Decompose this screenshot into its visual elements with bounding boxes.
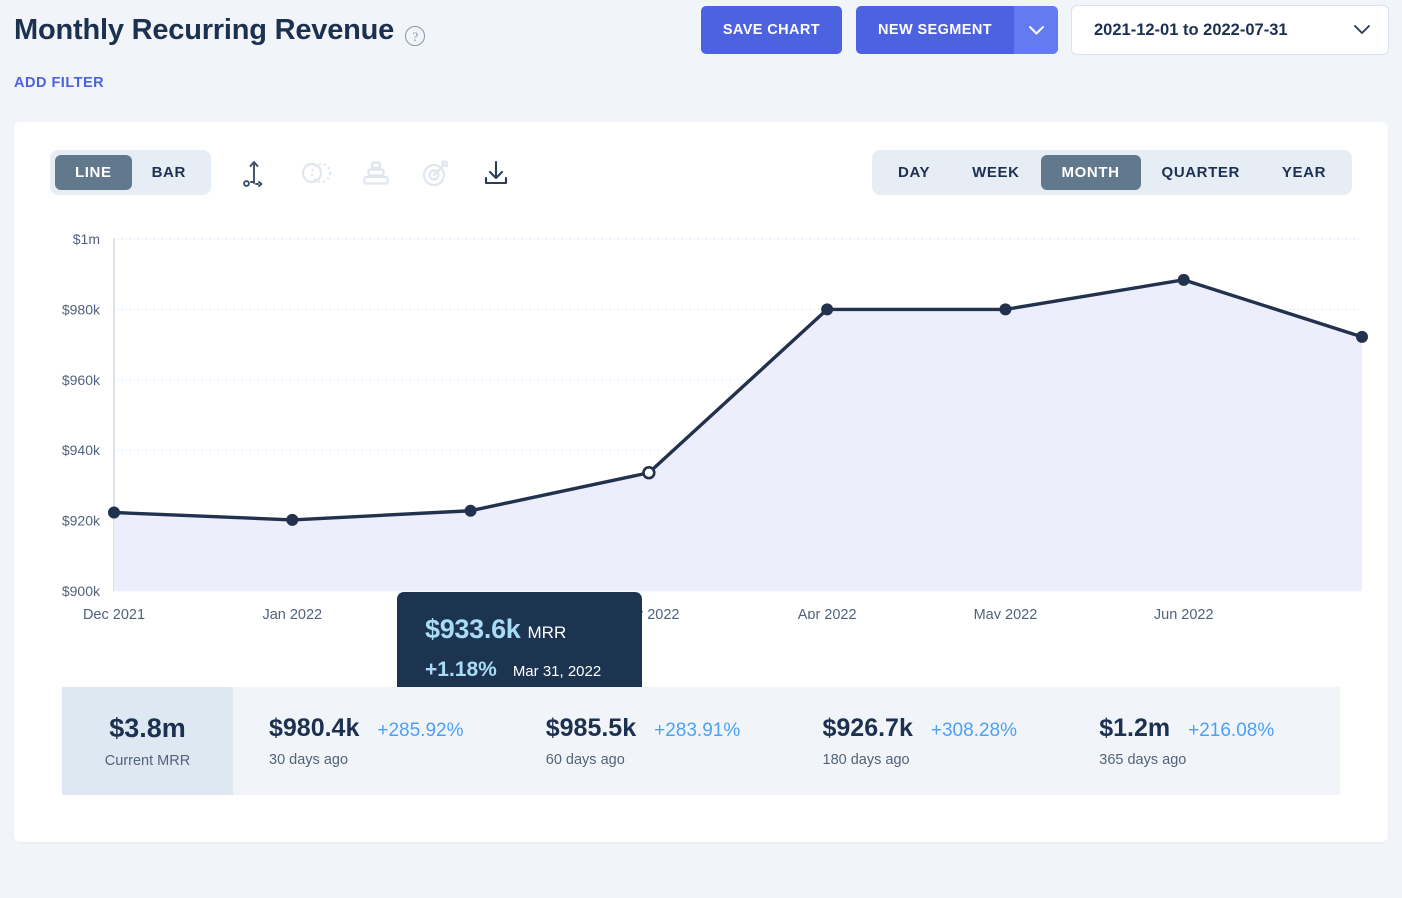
stat-value: $926.7k: [823, 714, 913, 743]
goal-target-icon[interactable]: [419, 156, 453, 190]
chart-card: LINE BAR: [14, 122, 1388, 842]
chart-type-toggle: LINE BAR: [50, 150, 211, 195]
stat-value: $985.5k: [546, 714, 636, 743]
stat-label: 365 days ago: [1099, 752, 1340, 768]
chart-type-line[interactable]: LINE: [55, 155, 132, 190]
chevron-down-icon: [1029, 26, 1044, 35]
svg-text:May 2022: May 2022: [974, 607, 1038, 619]
svg-text:$920k: $920k: [62, 513, 101, 529]
summary-stats-bar: $3.8m Current MRR $980.4k +285.92% 30 da…: [62, 687, 1340, 795]
stat-30-days: $980.4k +285.92% 30 days ago: [233, 687, 510, 795]
granularity-year[interactable]: YEAR: [1261, 155, 1347, 190]
date-range-picker[interactable]: 2021-12-01 to 2022-07-31: [1072, 6, 1388, 54]
granularity-toggle: DAY WEEK MONTH QUARTER YEAR: [872, 150, 1352, 195]
page-header: Monthly Recurring Revenue? SAVE CHART NE…: [0, 0, 1402, 60]
chart-type-bar[interactable]: BAR: [132, 155, 206, 190]
stat-current-mrr: $3.8m Current MRR: [62, 687, 233, 795]
stat-change: +308.28%: [931, 720, 1017, 742]
stat-change: +285.92%: [377, 720, 463, 742]
granularity-quarter[interactable]: QUARTER: [1141, 155, 1261, 190]
stat-180-days: $926.7k +308.28% 180 days ago: [787, 687, 1064, 795]
stat-value: $980.4k: [269, 714, 359, 743]
stat-current-label: Current MRR: [105, 753, 190, 769]
tooltip-unit: MRR: [528, 623, 567, 643]
stat-change: +216.08%: [1188, 720, 1274, 742]
tooltip-secondary-row: +1.18% Mar 31, 2022: [425, 658, 616, 682]
stat-60-days: $985.5k +283.91% 60 days ago: [510, 687, 787, 795]
new-segment-dropdown-toggle[interactable]: [1014, 6, 1058, 54]
stat-label: 60 days ago: [546, 752, 787, 768]
date-range-value: 2021-12-01 to 2022-07-31: [1094, 21, 1288, 40]
new-segment-button[interactable]: NEW SEGMENT: [856, 6, 1014, 54]
chart-toolbar-left: LINE BAR: [50, 150, 513, 195]
download-icon[interactable]: [479, 156, 513, 190]
svg-text:Apr 2022: Apr 2022: [798, 607, 857, 619]
chevron-down-icon: [1354, 25, 1370, 35]
header-actions: SAVE CHART NEW SEGMENT 2021-12-01 to 202…: [701, 6, 1388, 54]
stat-365-days: $1.2m +216.08% 365 days ago: [1063, 687, 1340, 795]
svg-text:$1m: $1m: [73, 231, 100, 247]
question-circle-icon[interactable]: ?: [405, 26, 425, 46]
svg-text:$900k: $900k: [62, 583, 101, 599]
chart-plot-area: $1m $980k $960k $940k $920k $900k Dec 2021 Jan …: [14, 219, 1388, 619]
svg-text:$960k: $960k: [62, 372, 101, 388]
page-title-text: Monthly Recurring Revenue: [14, 14, 394, 46]
stat-label: 30 days ago: [269, 752, 510, 768]
svg-text:$980k: $980k: [62, 301, 101, 317]
stat-label: 180 days ago: [823, 752, 1064, 768]
axis-scale-icon[interactable]: [239, 156, 273, 190]
tooltip-delta: +1.18%: [425, 658, 497, 682]
stat-change: +283.91%: [654, 720, 740, 742]
granularity-day[interactable]: DAY: [877, 155, 951, 190]
svg-text:Dec 2021: Dec 2021: [83, 607, 145, 619]
granularity-week[interactable]: WEEK: [951, 155, 1040, 190]
filter-bar: ADD FILTER: [0, 60, 1402, 92]
tooltip-primary-row: $933.6k MRR: [425, 614, 616, 645]
stat-current-value: $3.8m: [109, 713, 186, 744]
page-title: Monthly Recurring Revenue?: [14, 14, 425, 47]
svg-text:Jun 2022: Jun 2022: [1154, 607, 1214, 619]
tooltip-date: Mar 31, 2022: [513, 663, 601, 680]
cohort-stack-icon[interactable]: [359, 156, 393, 190]
svg-text:$940k: $940k: [62, 442, 101, 458]
chart-toolbar: LINE BAR: [14, 122, 1388, 195]
granularity-month[interactable]: MONTH: [1041, 155, 1141, 190]
tooltip-value: $933.6k: [425, 614, 521, 645]
save-chart-button[interactable]: SAVE CHART: [701, 6, 842, 54]
stat-value: $1.2m: [1099, 714, 1170, 743]
compare-circles-icon[interactable]: [299, 156, 333, 190]
svg-text:Jan 2022: Jan 2022: [262, 607, 322, 619]
chart-tool-icons: [239, 156, 513, 190]
mrr-line-chart[interactable]: $1m $980k $960k $940k $920k $900k Dec 2021 Jan …: [14, 219, 1388, 619]
new-segment-split-button: NEW SEGMENT: [856, 6, 1058, 54]
add-filter-button[interactable]: ADD FILTER: [14, 75, 104, 91]
